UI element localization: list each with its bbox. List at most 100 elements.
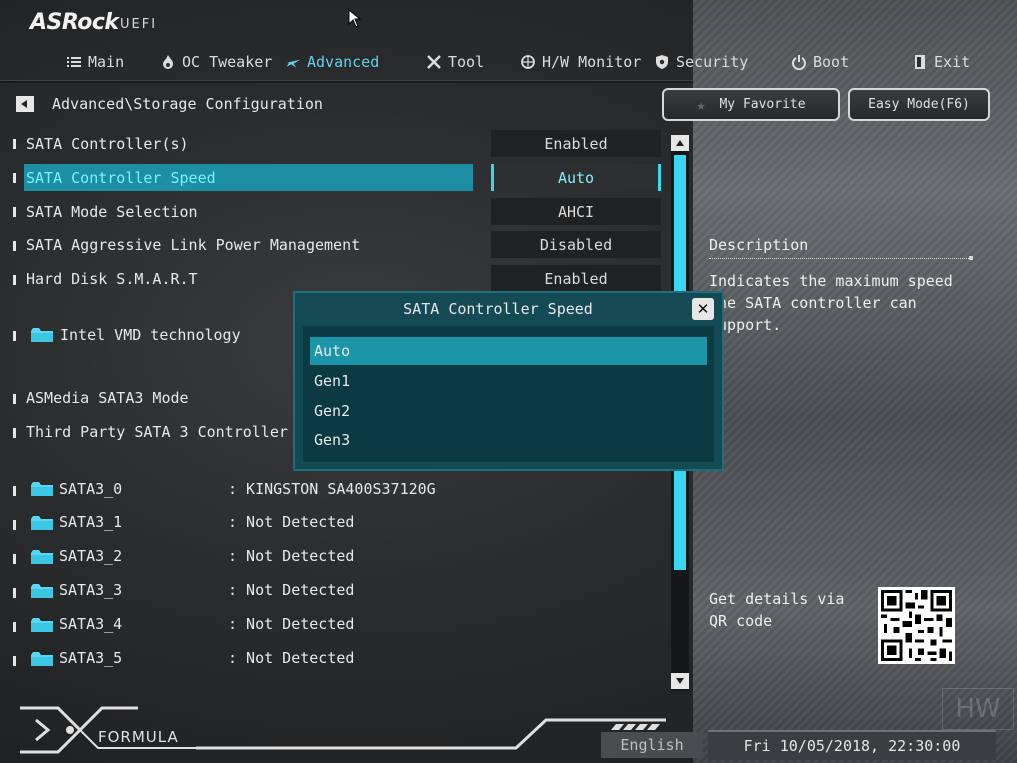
datetime-display: Fri 10/05/2018, 22:30:00 [708,730,996,760]
popup-option-gen3[interactable]: Gen3 [310,426,707,454]
tab-main-label: Main [88,53,125,71]
easy-mode-button[interactable]: Easy Mode(F6) [848,88,990,121]
tab-oc-tweaker-label: OC Tweaker [182,53,273,71]
tab-bar-divider [0,80,693,83]
shield-icon [656,55,668,69]
footer-decoration [196,718,666,750]
setting-value-sata-mode[interactable]: AHCI [491,198,661,225]
setting-label-sata-alpm[interactable]: SATA Aggressive Link Power Management [26,236,360,254]
tab-tool-label: Tool [448,53,485,71]
popup-title: SATA Controller Speed [403,300,593,318]
description-divider-dot [969,256,973,260]
sata-port-value: : Not Detected [228,547,355,565]
scroll-down-button[interactable] [671,673,689,689]
folder-icon [31,328,53,342]
star-icon: ★ [696,95,706,114]
setting-label-sata-controllers[interactable]: SATA Controller(s) [26,135,189,153]
popup-option-gen1[interactable]: Gen1 [310,367,707,395]
folder-icon [31,618,53,632]
list-icon [67,57,81,67]
setting-value-sata-alpm[interactable]: Disabled [491,231,661,258]
row-marker [13,656,16,666]
setting-value-hdd-smart[interactable]: Enabled [491,265,661,292]
tab-oc-tweaker[interactable]: OC Tweaker [160,52,272,72]
tab-exit[interactable]: Exit [912,52,970,72]
setting-label-hdd-smart[interactable]: Hard Disk S.M.A.R.T [26,270,198,288]
popup-option-gen2[interactable]: Gen2 [310,397,707,425]
watermark-logo: HW [942,688,1014,730]
sata-port-value: : Not Detected [228,581,355,599]
sata-port-name[interactable]: SATA3_0 [59,480,122,498]
sata-port-name[interactable]: SATA3_2 [59,547,122,565]
tab-main[interactable]: Main [66,52,124,72]
sata-port-value: : KINGSTON SA400S37120G [228,480,436,498]
qr-code-caption: Get details via QR code [709,590,845,630]
tab-hw-monitor-label: H/W Monitor [542,53,642,71]
sata-port-name[interactable]: SATA3_5 [59,649,122,667]
setting-label-sata-controller-speed[interactable]: SATA Controller Speed [26,169,216,187]
description-divider [709,258,973,260]
flame-icon [163,55,173,69]
tools-icon [427,55,441,69]
asrock-logo: ASRock [30,10,119,35]
language-selector[interactable]: English [601,732,703,758]
folder-icon [31,482,53,496]
sata-port-value: : Not Detected [228,649,355,667]
row-marker [13,394,16,404]
breadcrumb: Advanced\Storage Configuration [52,95,323,113]
folder-icon [31,652,53,666]
power-icon [792,55,806,70]
uefi-label: UEFI [120,17,158,32]
row-marker [13,520,16,530]
my-favorite-button[interactable]: ★ My Favorite [662,88,840,121]
sata-port-name[interactable]: SATA3_3 [59,581,122,599]
submenu-intel-vmd[interactable]: Intel VMD technology [60,326,241,344]
my-favorite-label: My Favorite [719,97,806,112]
row-marker [13,331,16,341]
sata-port-value: : Not Detected [228,615,355,633]
row-marker [13,275,16,285]
setting-value-sata-controllers[interactable]: Enabled [491,130,661,157]
tab-security[interactable]: Security [654,52,748,72]
close-icon[interactable]: ✕ [692,298,714,320]
folder-icon [31,584,53,598]
folder-icon [31,516,53,530]
sata-port-name[interactable]: SATA3_4 [59,615,122,633]
setting-label-third-party-sata3[interactable]: Third Party SATA 3 Controller [26,423,288,441]
tab-advanced[interactable]: Advanced [285,52,379,72]
star-icon [286,59,301,68]
formula-brand-text: FORMULA [98,728,179,746]
row-marker [13,173,16,183]
sata-port-name[interactable]: SATA3_1 [59,513,122,531]
qr-code-icon [878,587,955,664]
tab-tool[interactable]: Tool [426,52,484,72]
scroll-up-button[interactable] [671,135,689,151]
folder-icon [31,550,53,564]
row-marker [13,554,16,564]
setting-value-sata-controller-speed[interactable]: Auto [491,164,661,191]
row-marker [13,588,16,598]
tab-boot[interactable]: Boot [791,52,849,72]
popup-option-auto[interactable]: Auto [310,337,707,365]
sata-port-value: : Not Detected [228,513,355,531]
setting-label-asmedia-sata3[interactable]: ASMedia SATA3 Mode [26,389,189,407]
row-marker [13,207,16,217]
row-marker [13,241,16,251]
mouse-cursor-icon [348,9,362,28]
tab-advanced-label: Advanced [307,53,380,71]
row-marker [13,486,16,496]
setting-label-sata-mode[interactable]: SATA Mode Selection [26,203,198,221]
row-marker [13,622,16,632]
description-text: Indicates the maximum speed the SATA con… [709,272,953,334]
tab-security-label: Security [676,53,749,71]
back-button[interactable] [16,96,34,112]
top-bar: ASRock UEFI Main OC Tweaker Advanced Too… [0,0,970,83]
row-marker [13,428,16,438]
tab-exit-label: Exit [934,53,971,71]
row-marker [13,139,16,149]
tab-boot-label: Boot [813,53,850,71]
exit-icon [915,55,925,69]
tab-hw-monitor[interactable]: H/W Monitor [520,52,641,72]
monitor-icon [521,55,535,69]
description-title: Description [709,236,809,254]
